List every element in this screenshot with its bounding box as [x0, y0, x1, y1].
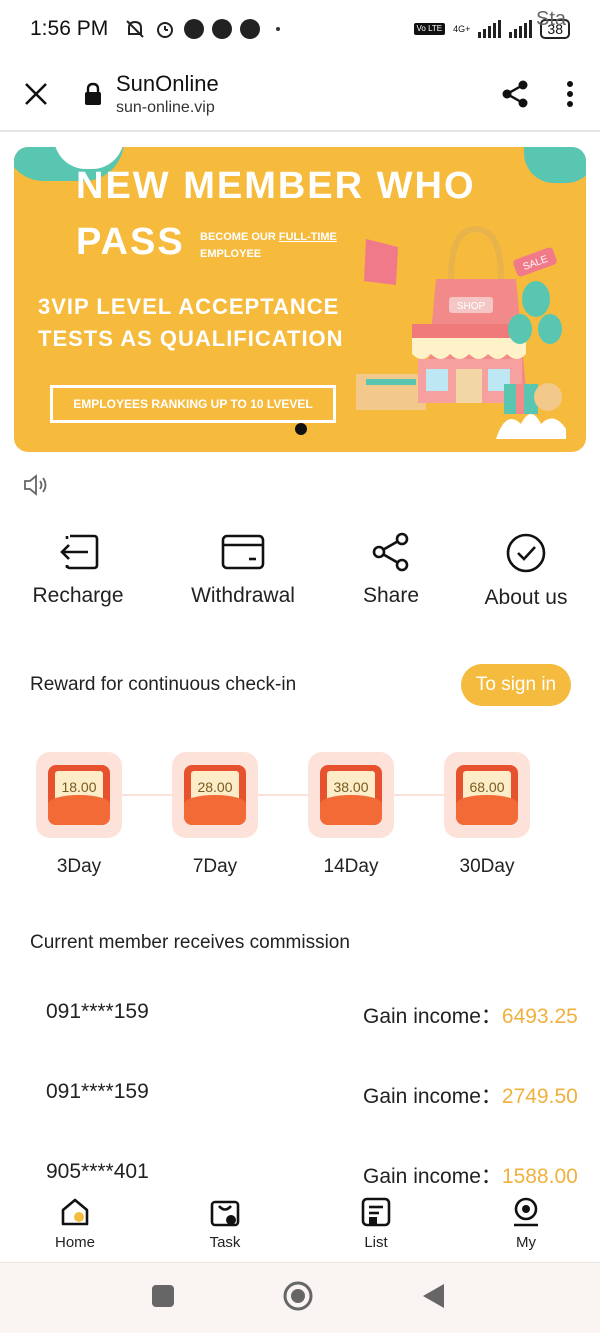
banner-pager-dot[interactable]	[295, 423, 307, 435]
recharge-icon	[60, 534, 99, 570]
list-item: 091****159 Gain income：6493.25	[0, 990, 600, 1040]
browser-toolbar: SunOnline sun-online.vip	[0, 58, 600, 132]
reward-item[interactable]: 38.00 14Day	[308, 752, 394, 878]
signal-icon	[509, 20, 533, 38]
notice-bar	[22, 470, 600, 500]
withdrawal-label: Withdrawal	[191, 584, 295, 607]
checkin-title: Reward for continuous check-in	[30, 674, 297, 695]
tab-my[interactable]: My	[486, 1196, 566, 1251]
withdrawal-button[interactable]: Withdrawal	[173, 532, 313, 608]
gain-income: Gain income：6493.25	[363, 1005, 578, 1028]
check-circle-icon	[506, 533, 546, 573]
site-info[interactable]: SunOnline sun-online.vip	[116, 71, 219, 117]
red-envelope-icon: 18.00	[36, 752, 122, 838]
close-button[interactable]	[0, 57, 72, 131]
banner-subtitle: BECOME OUR FULL-TIME EMPLOYEE	[200, 231, 337, 260]
share-label: Share	[362, 584, 420, 607]
wallet-card-icon	[221, 534, 265, 570]
tab-my-label: My	[516, 1234, 536, 1251]
recents-button-icon[interactable]	[150, 1283, 176, 1309]
network-type: 4G+	[453, 23, 471, 34]
reward-day: 14Day	[323, 856, 379, 877]
banner-pass: PASS	[76, 221, 185, 263]
income-amount: 6493.25	[501, 1005, 578, 1028]
sign-in-button[interactable]: To sign in	[461, 664, 571, 706]
checkin-rewards: 18.00 3Day 28.00 7Day 38.00 14Day 68.00 …	[0, 752, 600, 882]
member-phone: 091****159	[46, 1000, 149, 1023]
gain-income: Gain income：1588.00	[363, 1165, 578, 1188]
recharge-label: Recharge	[32, 584, 124, 607]
banner-ranking-box: EMPLOYEES RANKING UP TO 10 LVEVEL	[50, 385, 336, 423]
close-icon	[25, 83, 47, 105]
about-us-label: About us	[484, 586, 568, 609]
signal-icon	[478, 20, 502, 38]
alarm-icon	[157, 22, 174, 38]
tab-list[interactable]: List	[336, 1196, 416, 1251]
tab-task-label: Task	[209, 1234, 241, 1251]
reward-day: 7Day	[192, 856, 238, 877]
tab-list-label: List	[364, 1234, 388, 1251]
tab-task[interactable]: Task	[185, 1196, 265, 1251]
income-amount: 1588.00	[501, 1165, 578, 1188]
reward-item[interactable]: 68.00 30Day	[444, 752, 530, 878]
red-envelope-icon: 68.00	[444, 752, 530, 838]
more-vertical-icon[interactable]	[566, 79, 574, 109]
commission-title: Current member receives commission	[30, 932, 350, 953]
system-navigation-bar	[0, 1262, 600, 1333]
profile-icon	[514, 1197, 538, 1227]
site-title: SunOnline	[116, 71, 219, 96]
status-time: 1:56 PM	[30, 17, 109, 40]
reward-day: 3Day	[56, 856, 102, 877]
list-icon	[361, 1197, 391, 1227]
banner-headline: NEW MEMBER WHO	[76, 165, 476, 207]
gain-income: Gain income：2749.50	[363, 1085, 578, 1108]
member-phone: 905****401	[46, 1160, 149, 1183]
mute-bell-icon	[126, 20, 144, 38]
promo-banner[interactable]: NEW MEMBER WHO PASS BECOME OUR FULL-TIME…	[14, 147, 586, 452]
member-phone: 091****159	[46, 1080, 149, 1103]
about-us-button[interactable]: About us	[456, 532, 596, 610]
reward-item[interactable]: 28.00 7Day	[172, 752, 258, 878]
share-icon[interactable]	[500, 79, 530, 109]
notice-marquee-text: Sta	[536, 8, 567, 30]
reward-item[interactable]: 18.00 3Day	[36, 752, 122, 878]
list-item: 091****159 Gain income：2749.50	[0, 1070, 600, 1120]
red-envelope-icon: 28.00	[172, 752, 258, 838]
progress-line	[80, 794, 480, 796]
decor-shape	[524, 147, 586, 183]
back-button-icon[interactable]	[420, 1282, 446, 1310]
shop-illustration: SHOP SALE	[356, 225, 566, 439]
home-button-icon[interactable]	[282, 1280, 314, 1312]
task-bag-icon	[210, 1200, 240, 1227]
bottom-tab-bar: Home Task List My	[0, 1190, 600, 1260]
red-envelope-icon: 38.00	[308, 752, 394, 838]
share-icon	[372, 532, 409, 572]
tab-home[interactable]: Home	[35, 1196, 115, 1251]
income-amount: 2749.50	[501, 1085, 578, 1108]
share-action-button[interactable]: Share	[321, 532, 461, 608]
tab-home-label: Home	[54, 1234, 95, 1251]
shop-sign: SHOP	[457, 301, 486, 312]
recharge-button[interactable]: Recharge	[8, 532, 148, 608]
messenger-icon	[240, 19, 261, 39]
volte-badge: Vo LTE	[413, 23, 446, 35]
messenger-icon	[212, 19, 233, 39]
messenger-icon	[184, 19, 205, 39]
reward-day: 30Day	[459, 856, 515, 877]
quick-actions: Recharge Withdrawal Share About us	[0, 532, 600, 622]
banner-qualification: 3VIP LEVEL ACCEPTANCE TESTS AS QUALIFICA…	[38, 294, 344, 351]
home-icon	[61, 1198, 89, 1226]
speaker-icon	[24, 474, 47, 496]
lock-icon[interactable]	[82, 79, 104, 109]
site-url: sun-online.vip	[116, 99, 215, 116]
status-bar: 1:56 PM Vo LTE 4G+ 38	[0, 0, 600, 58]
more-notifications-dot	[276, 27, 281, 31]
